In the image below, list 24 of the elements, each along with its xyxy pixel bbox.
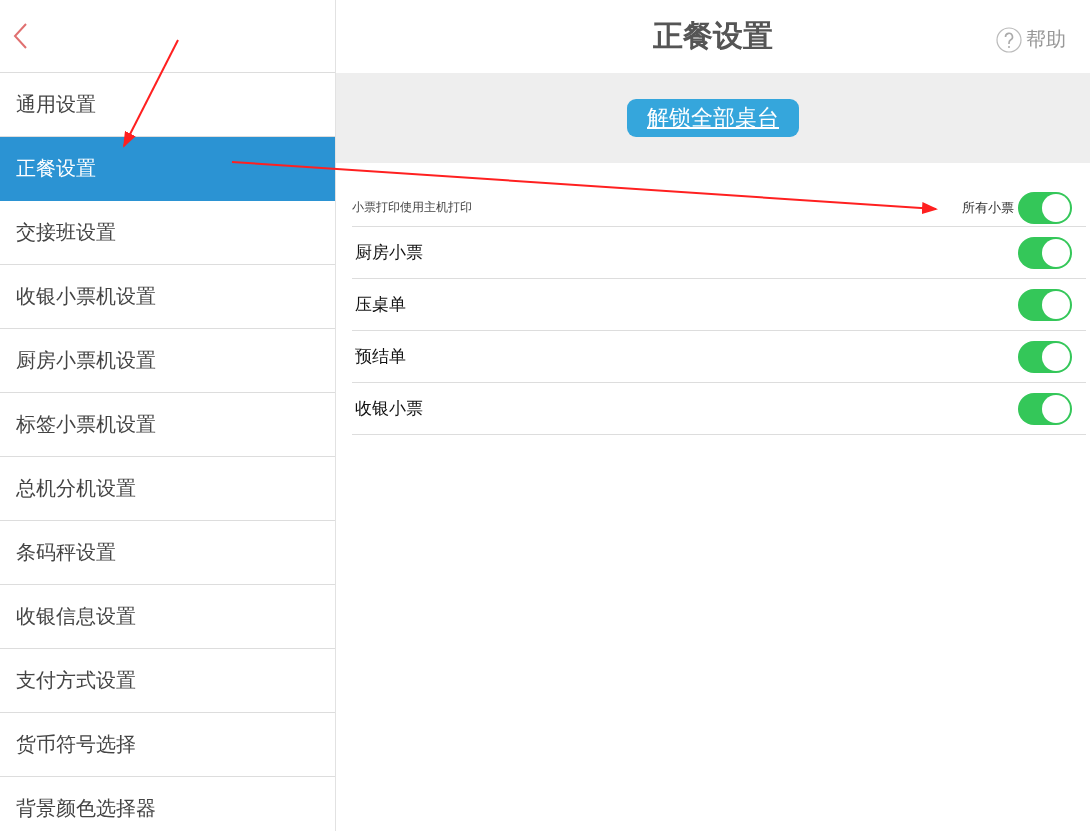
- toggle-switch[interactable]: [1018, 191, 1072, 224]
- page-title: 正餐设置: [653, 17, 773, 55]
- sidebar-item[interactable]: 收银信息设置: [0, 585, 335, 649]
- help-icon: [996, 26, 1022, 53]
- toggle-switch[interactable]: [1018, 340, 1072, 373]
- setting-label: 厨房小票: [354, 241, 424, 264]
- sidebar-item[interactable]: 收银小票机设置: [0, 265, 335, 329]
- sidebar-item[interactable]: 背景颜色选择器: [0, 777, 335, 831]
- sidebar-item[interactable]: 标签小票机设置: [0, 393, 335, 457]
- toggle-switch[interactable]: [1018, 288, 1072, 321]
- sidebar-item[interactable]: 条码秤设置: [0, 521, 335, 585]
- back-icon[interactable]: [12, 22, 28, 50]
- setting-label: 预结单: [354, 345, 407, 368]
- setting-label: 收银小票: [354, 397, 424, 420]
- toggle-switch[interactable]: [1018, 236, 1072, 269]
- sidebar-item[interactable]: 货币符号选择: [0, 713, 335, 777]
- sidebar-item[interactable]: 支付方式设置: [0, 649, 335, 713]
- option-label: 所有小票: [962, 198, 1014, 217]
- sidebar-item[interactable]: 交接班设置: [0, 201, 335, 265]
- sidebar-item[interactable]: 总机分机设置: [0, 457, 335, 521]
- sidebar-item[interactable]: 厨房小票机设置: [0, 329, 335, 393]
- setting-label: 压桌单: [354, 293, 407, 316]
- toggle-switch[interactable]: [1018, 392, 1072, 425]
- setting-label: 小票打印使用主机打印: [352, 199, 473, 216]
